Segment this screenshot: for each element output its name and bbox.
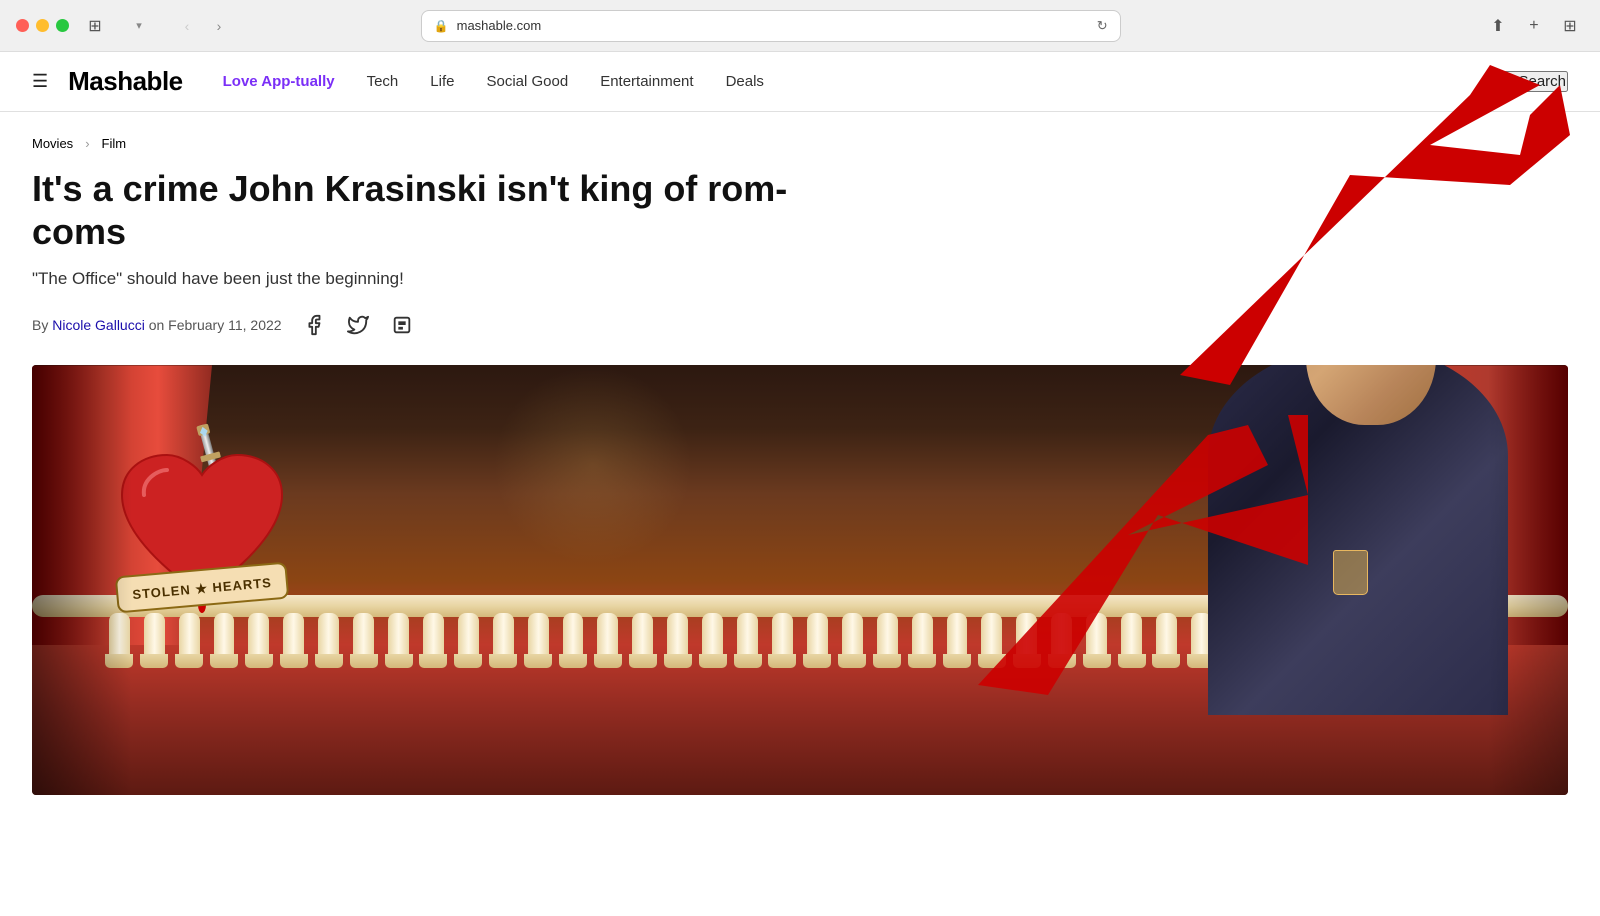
author-link[interactable]: Nicole Gallucci — [52, 317, 145, 333]
nav-item-love-app-tually[interactable]: Love App-tually — [223, 73, 335, 90]
browser-actions: ⬆ + ⊞ — [1484, 12, 1584, 40]
article-meta: By Nicole Gallucci on February 11, 2022 — [32, 309, 868, 341]
social-share-icons — [298, 309, 418, 341]
site-logo[interactable]: Mashable — [68, 66, 183, 97]
nav-item-entertainment[interactable]: Entertainment — [600, 73, 693, 90]
grid-view-button[interactable]: ⊞ — [1556, 12, 1584, 40]
stage-light-effect — [493, 365, 693, 565]
fullscreen-button[interactable] — [56, 19, 69, 32]
reload-button[interactable]: ↻ — [1097, 18, 1108, 34]
url-display: mashable.com — [457, 18, 542, 33]
article-title: It's a crime John Krasinski isn't king o… — [32, 167, 868, 253]
flipboard-share-icon[interactable] — [386, 309, 418, 341]
breadcrumb-movies[interactable]: Movies — [32, 136, 73, 151]
lock-icon: 🔒 — [434, 19, 449, 33]
image-overlay-right — [1488, 365, 1568, 795]
breadcrumb: Movies›Film — [32, 136, 868, 151]
minimize-button[interactable] — [36, 19, 49, 32]
nav-item-life[interactable]: Life — [430, 73, 454, 90]
traffic-lights — [16, 19, 69, 32]
close-button[interactable] — [16, 19, 29, 32]
article-content: Movies›Film It's a crime John Krasinski … — [0, 112, 900, 341]
website-content: ☰ Mashable Love App-tually Tech Life Soc… — [0, 52, 1600, 795]
share-button[interactable]: ⬆ — [1484, 12, 1512, 40]
image-overlay-left — [32, 365, 132, 795]
forward-button[interactable]: › — [205, 12, 233, 40]
theater-scene-bg: STOLEN ★ HEARTS — [32, 365, 1568, 795]
twitter-share-icon[interactable] — [342, 309, 374, 341]
glass-prop — [1333, 550, 1368, 595]
nav-item-social-good[interactable]: Social Good — [486, 73, 568, 90]
article-hero-image: STOLEN ★ HEARTS — [32, 365, 1568, 795]
browser-chrome: ⊞ ▾ ‹ › 🔒 mashable.com ↻ ⬆ + ⊞ — [0, 0, 1600, 52]
breadcrumb-film[interactable]: Film — [102, 136, 127, 151]
top-navigation: ☰ Mashable Love App-tually Tech Life Soc… — [0, 52, 1600, 112]
sidebar-toggle-icon[interactable]: ⊞ — [81, 12, 109, 40]
nav-item-deals[interactable]: Deals — [726, 73, 764, 90]
nav-item-tech[interactable]: Tech — [367, 73, 399, 90]
new-tab-button[interactable]: + — [1520, 12, 1548, 40]
browser-navigation: ‹ › — [173, 12, 233, 40]
address-bar[interactable]: 🔒 mashable.com ↻ — [421, 10, 1121, 42]
nav-links: Love App-tually Tech Life Social Good En… — [223, 73, 764, 91]
chevron-down-icon[interactable]: ▾ — [125, 12, 153, 40]
facebook-share-icon[interactable] — [298, 309, 330, 341]
person-figure — [1208, 365, 1508, 715]
article-byline: By Nicole Gallucci on February 11, 2022 — [32, 317, 282, 333]
search-button[interactable]: Search — [1494, 71, 1568, 92]
article-subtitle: "The Office" should have been just the b… — [32, 269, 868, 289]
search-icon — [1496, 74, 1512, 90]
hamburger-menu-button[interactable]: ☰ — [32, 71, 48, 92]
back-button[interactable]: ‹ — [173, 12, 201, 40]
person-head — [1306, 365, 1436, 425]
